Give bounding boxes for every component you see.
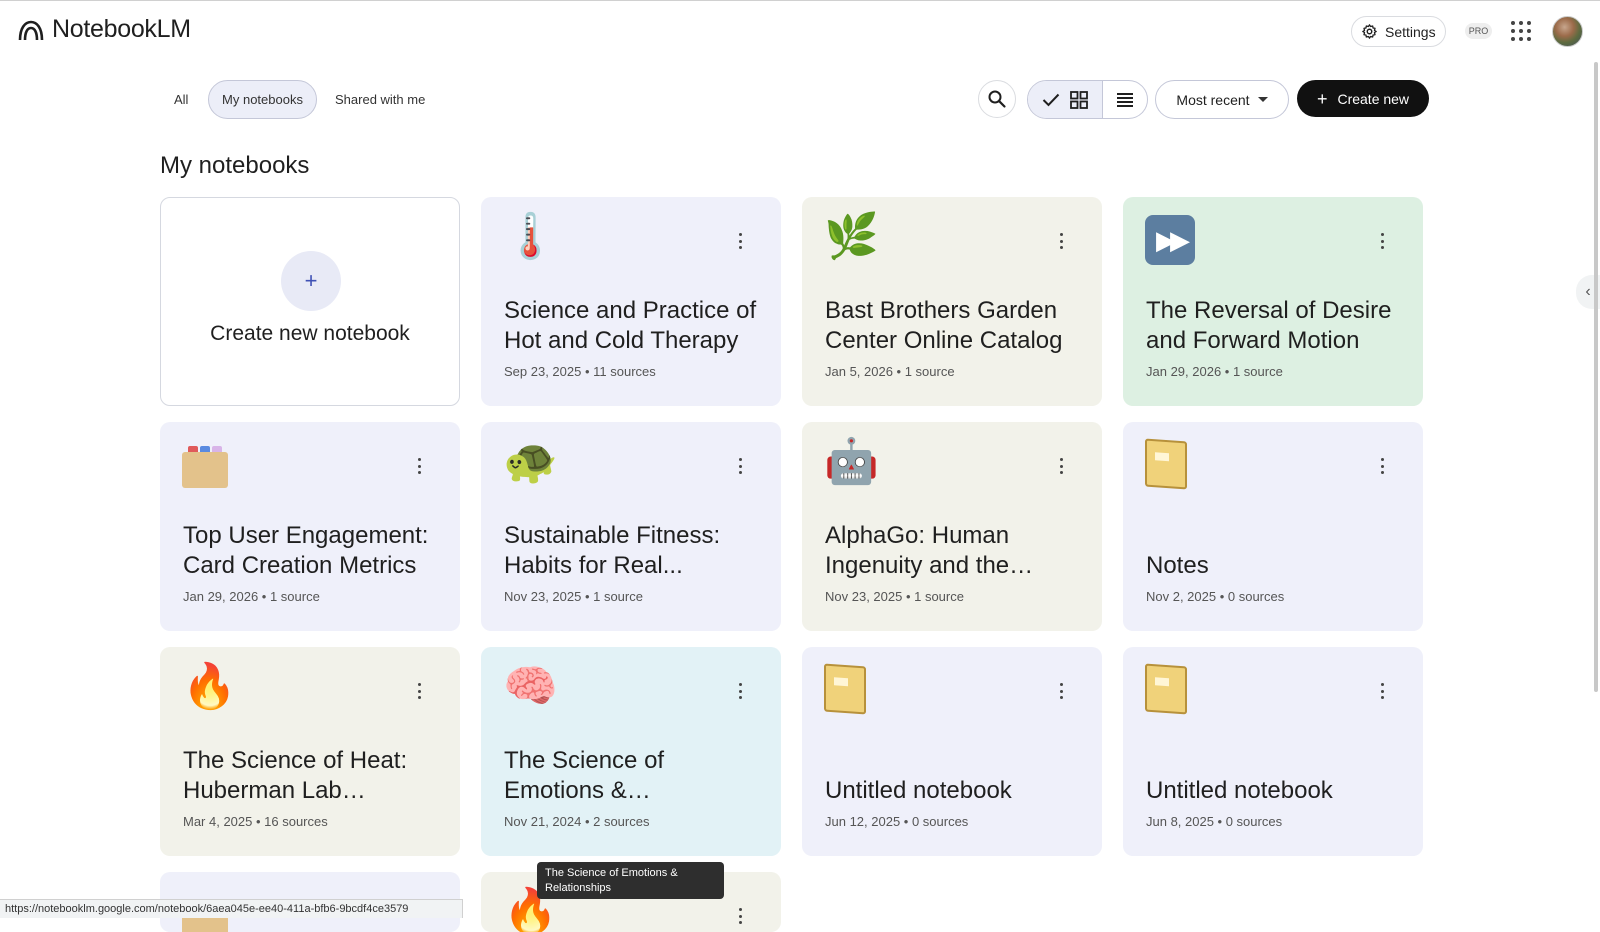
notebook-meta: Mar 4, 2025 • 16 sources — [183, 814, 328, 829]
fast-forward-icon: ▶▶ — [1145, 215, 1195, 265]
apps-grid-icon[interactable] — [1511, 21, 1531, 41]
notebook-card[interactable]: Notes Nov 2, 2025 • 0 sources — [1123, 422, 1423, 631]
notebook-meta: Jan 29, 2026 • 1 source — [1146, 364, 1283, 379]
notebook-title: Notes — [1146, 552, 1209, 579]
notebook-title: Top User Engagement: Card Creation Metri… — [183, 522, 429, 579]
plus-icon: + — [281, 251, 341, 311]
sort-dropdown[interactable]: Most recent — [1155, 80, 1289, 119]
notebook-meta: Jan 5, 2026 • 1 source — [825, 364, 955, 379]
notebook-title: Bast Brothers Garden Center Online Catal… — [825, 297, 1063, 354]
notebook-meta: Nov 23, 2025 • 1 source — [504, 589, 643, 604]
more-vert-icon[interactable] — [737, 908, 743, 924]
more-vert-icon[interactable] — [737, 233, 743, 249]
sort-label: Most recent — [1176, 91, 1250, 108]
more-vert-icon[interactable] — [1379, 233, 1385, 249]
notebook-card[interactable]: Untitled notebook Jun 12, 2025 • 0 sourc… — [802, 647, 1102, 856]
tab-shared-with-me[interactable]: Shared with me — [335, 80, 425, 119]
grid-view-button[interactable] — [1028, 81, 1103, 118]
notebook-title: The Reversal of Desire and Forward Motio… — [1146, 297, 1392, 354]
search-icon — [988, 90, 1006, 108]
brain-icon: 🧠 — [503, 661, 558, 712]
check-icon — [1042, 93, 1060, 106]
notebook-meta: Sep 23, 2025 • 11 sources — [504, 364, 656, 379]
more-vert-icon[interactable] — [1058, 683, 1064, 699]
notebook-title: Untitled notebook — [1146, 777, 1333, 804]
pro-badge: PRO — [1465, 23, 1492, 39]
notebook-meta: Nov 21, 2024 • 2 sources — [504, 814, 650, 829]
notebook-card[interactable]: Top User Engagement: Card Creation Metri… — [160, 422, 460, 631]
avatar[interactable] — [1552, 16, 1583, 47]
settings-button[interactable]: Settings — [1351, 16, 1446, 47]
card-index-dividers-icon — [182, 446, 228, 488]
turtle-icon: 🐢 — [503, 436, 558, 487]
notebook-icon — [824, 663, 866, 715]
notebooklm-logo-icon — [18, 20, 44, 40]
create-notebook-card[interactable]: + Create new notebook — [160, 197, 460, 406]
notebook-card[interactable]: 🤖 AlphaGo: Human Ingenuity and the Gam..… — [802, 422, 1102, 631]
notebook-title: Sustainable Fitness: Habits for Real... — [504, 522, 721, 579]
search-button[interactable] — [978, 80, 1016, 118]
herb-icon: 🌿 — [824, 211, 879, 262]
tab-my-notebooks[interactable]: My notebooks — [208, 80, 317, 119]
thermometer-icon: 🌡️ — [503, 211, 558, 262]
notebook-card[interactable]: 🔥 The Science of Heat: Huberman Lab Podc… — [160, 647, 460, 856]
notebook-card[interactable]: ▶▶ The Reversal of Desire and Forward Mo… — [1123, 197, 1423, 406]
page-title: My notebooks — [160, 152, 310, 179]
app-header: NotebookLM Settings PRO — [0, 1, 1600, 61]
fire-icon: 🔥 — [182, 661, 237, 712]
notebook-meta: Nov 23, 2025 • 1 source — [825, 589, 964, 604]
robot-icon: 🤖 — [824, 436, 879, 487]
more-vert-icon[interactable] — [416, 458, 422, 474]
notebook-meta: Jan 29, 2026 • 1 source — [183, 589, 320, 604]
list-icon — [1117, 92, 1133, 107]
notebook-title: The Science of Heat: Huberman Lab Podcas… — [183, 747, 408, 804]
create-notebook-label: Create new notebook — [210, 322, 410, 345]
more-vert-icon[interactable] — [1379, 683, 1385, 699]
create-new-button[interactable]: + Create new — [1297, 80, 1429, 117]
scrollbar[interactable] — [1594, 62, 1598, 692]
more-vert-icon[interactable] — [1379, 458, 1385, 474]
create-new-label: Create new — [1337, 90, 1410, 107]
settings-label: Settings — [1385, 23, 1436, 40]
app-title: NotebookLM — [52, 15, 191, 43]
grid-icon — [1070, 90, 1088, 109]
chevron-left-icon: ‹ — [1585, 283, 1591, 300]
notebook-icon — [1145, 663, 1187, 715]
more-vert-icon[interactable] — [1058, 233, 1064, 249]
notebook-meta: Jun 8, 2025 • 0 sources — [1146, 814, 1283, 829]
tooltip: The Science of Emotions & Relationships — [537, 862, 724, 899]
notebook-title: Science and Practice of Hot and Cold The… — [504, 297, 757, 354]
notebook-title: The Science of Emotions & Relationships — [504, 747, 665, 804]
notebook-card[interactable]: 🧠 The Science of Emotions & Relationship… — [481, 647, 781, 856]
app-logo[interactable]: NotebookLM — [18, 15, 191, 44]
plus-icon: + — [1316, 88, 1328, 109]
notebook-card[interactable]: 🌿 Bast Brothers Garden Center Online Cat… — [802, 197, 1102, 406]
gear-icon — [1362, 24, 1377, 39]
notebook-meta: Nov 2, 2025 • 0 sources — [1146, 589, 1285, 604]
more-vert-icon[interactable] — [416, 683, 422, 699]
view-toggle — [1027, 80, 1148, 119]
notebook-grid: + Create new notebook 🌡️ Science and Pra… — [160, 197, 1426, 932]
notebook-card[interactable]: 🌡️ Science and Practice of Hot and Cold … — [481, 197, 781, 406]
notebook-title: AlphaGo: Human Ingenuity and the Gam... — [825, 522, 1010, 579]
more-vert-icon[interactable] — [737, 683, 743, 699]
caret-down-icon — [1257, 97, 1268, 102]
tab-all[interactable]: All — [174, 80, 188, 119]
notebook-title: Untitled notebook — [825, 777, 1012, 804]
more-vert-icon[interactable] — [737, 458, 743, 474]
notebook-icon — [1145, 438, 1187, 490]
status-bar-url: https://notebooklm.google.com/notebook/6… — [0, 899, 463, 918]
notebook-card[interactable]: Untitled notebook Jun 8, 2025 • 0 source… — [1123, 647, 1423, 856]
notebook-meta: Jun 12, 2025 • 0 sources — [825, 814, 969, 829]
more-vert-icon[interactable] — [1058, 458, 1064, 474]
list-view-button[interactable] — [1103, 81, 1147, 118]
notebook-card[interactable]: 🐢 Sustainable Fitness: Habits for Real..… — [481, 422, 781, 631]
